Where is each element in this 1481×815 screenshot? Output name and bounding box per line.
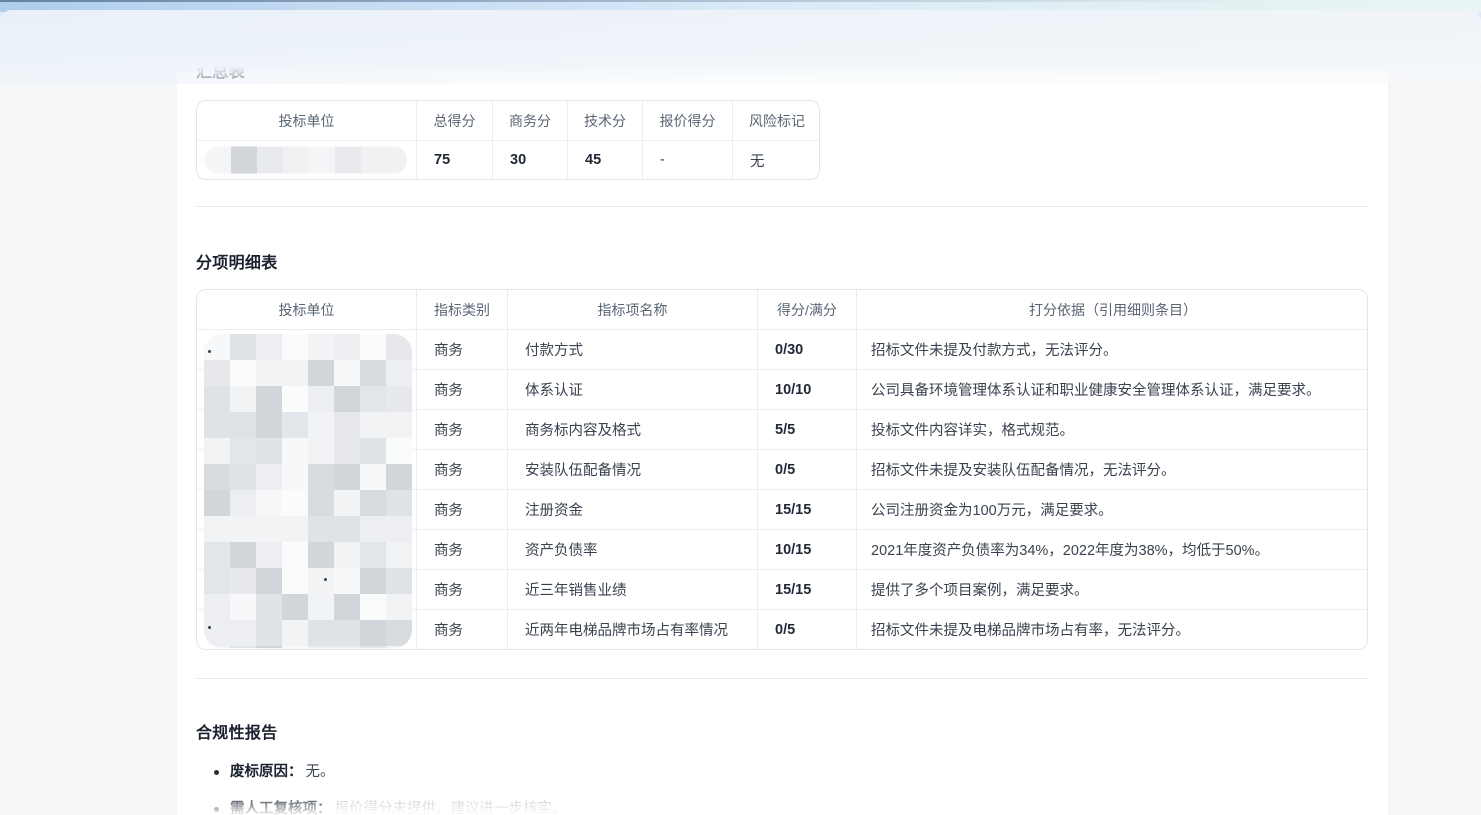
redacted-bidder-name — [205, 147, 407, 174]
detail-table-card: 投标单位 指标类别 指标项名称 得分/满分 打分依据（引用细则条目） 商务 — [196, 289, 1368, 650]
document-body: 汇总表 投标单位 总得分 商务分 技术分 — [177, 64, 1388, 815]
compliance-item-manual-review: 需人工复核项：报价得分未提供，建议进一步核实。 — [214, 800, 1368, 815]
bullet-dot-icon — [214, 770, 219, 775]
summary-col-technical-score: 技术分 — [567, 101, 642, 140]
score-cell: 15/15 — [757, 569, 856, 609]
label-colon: ： — [317, 800, 332, 815]
detail-col-score: 得分/满分 — [757, 290, 856, 329]
score-cell: 0/30 — [757, 329, 856, 369]
label-colon: ： — [288, 763, 303, 781]
indicator-cell: 商务标内容及格式 — [507, 409, 757, 449]
category-cell: 商务 — [416, 489, 507, 529]
basis-cell: 招标文件未提及安装队伍配备情况，无法评分。 — [856, 449, 1368, 489]
category-cell: 商务 — [416, 329, 507, 369]
score-cell: 15/15 — [757, 489, 856, 529]
indicator-cell: 近两年电梯品牌市场占有率情况 — [507, 609, 757, 649]
section-divider — [196, 206, 1368, 207]
category-cell: 商务 — [416, 369, 507, 409]
summary-table-card: 投标单位 总得分 商务分 技术分 报价得分 风险标记 — [196, 100, 820, 180]
detail-col-bidder: 投标单位 — [197, 290, 416, 329]
basis-cell: 招标文件未提及付款方式，无法评分。 — [856, 329, 1368, 369]
indicator-cell: 资产负债率 — [507, 529, 757, 569]
detail-section-title: 分项明细表 — [196, 255, 1368, 273]
compliance-list: 废标原因：无。 需人工复核项：报价得分未提供，建议进一步核实。 — [196, 763, 1368, 815]
technical-score-value: 45 — [567, 140, 642, 179]
report-viewport: 汇总表 投标单位 总得分 商务分 技术分 — [0, 0, 1481, 815]
indicator-cell: 体系认证 — [507, 369, 757, 409]
basis-cell: 2021年度资产负债率为34%，2022年度为38%，均低于50%。 — [856, 529, 1368, 569]
summary-col-total-score: 总得分 — [416, 101, 492, 140]
basis-cell: 招标文件未提及电梯品牌市场占有率，无法评分。 — [856, 609, 1368, 649]
quote-score-value: - — [642, 140, 732, 179]
indicator-cell: 近三年销售业绩 — [507, 569, 757, 609]
business-score-value: 30 — [492, 140, 567, 179]
compliance-item-rejection: 废标原因：无。 — [214, 763, 1368, 781]
category-cell: 商务 — [416, 409, 507, 449]
summary-col-bidder: 投标单位 — [197, 101, 416, 140]
category-cell: 商务 — [416, 449, 507, 489]
compliance-item-text: 无。 — [306, 763, 335, 781]
basis-cell: 投标文件内容详实，格式规范。 — [856, 409, 1368, 449]
summary-section-title: 汇总表 — [196, 64, 1368, 82]
score-cell: 10/15 — [757, 529, 856, 569]
detail-header-row: 投标单位 指标类别 指标项名称 得分/满分 打分依据（引用细则条目） — [197, 290, 1368, 329]
report-window: 汇总表 投标单位 总得分 商务分 技术分 — [0, 10, 1481, 815]
indicator-cell: 安装队伍配备情况 — [507, 449, 757, 489]
score-cell: 0/5 — [757, 609, 856, 649]
detail-col-indicator: 指标项名称 — [507, 290, 757, 329]
total-score-value: 75 — [416, 140, 492, 179]
compliance-item-label: 废标原因 — [230, 763, 288, 781]
summary-col-quote-score: 报价得分 — [642, 101, 732, 140]
detail-col-category: 指标类别 — [416, 290, 507, 329]
category-cell: 商务 — [416, 529, 507, 569]
report-document: 汇总表 投标单位 总得分 商务分 技术分 — [177, 10, 1388, 815]
risk-flag-value: 无 — [732, 140, 820, 179]
basis-cell: 公司具备环境管理体系认证和职业健康安全管理体系认证，满足要求。 — [856, 369, 1368, 409]
summary-col-business-score: 商务分 — [492, 101, 567, 140]
summary-header-row: 投标单位 总得分 商务分 技术分 报价得分 风险标记 — [197, 101, 820, 140]
compliance-item-text: 报价得分未提供，建议进一步核实。 — [335, 800, 567, 815]
summary-col-risk-flag: 风险标记 — [732, 101, 820, 140]
summary-table: 投标单位 总得分 商务分 技术分 报价得分 风险标记 — [197, 101, 820, 179]
section-divider — [196, 678, 1368, 679]
score-cell: 5/5 — [757, 409, 856, 449]
basis-cell: 提供了多个项目案例，满足要求。 — [856, 569, 1368, 609]
summary-row: 75 30 45 - 无 — [197, 140, 820, 179]
bidder-name-cell — [197, 140, 416, 179]
score-cell: 0/5 — [757, 449, 856, 489]
detail-col-basis: 打分依据（引用细则条目） — [856, 290, 1368, 329]
indicator-cell: 付款方式 — [507, 329, 757, 369]
category-cell: 商务 — [416, 609, 507, 649]
bullet-dot-icon — [214, 807, 219, 812]
category-cell: 商务 — [416, 569, 507, 609]
basis-cell: 公司注册资金为100万元，满足要求。 — [856, 489, 1368, 529]
score-cell: 10/10 — [757, 369, 856, 409]
redacted-bidder-name-blob — [204, 334, 412, 648]
compliance-section-title: 合规性报告 — [196, 725, 1368, 743]
indicator-cell: 注册资金 — [507, 489, 757, 529]
compliance-item-label: 需人工复核项 — [230, 800, 317, 815]
